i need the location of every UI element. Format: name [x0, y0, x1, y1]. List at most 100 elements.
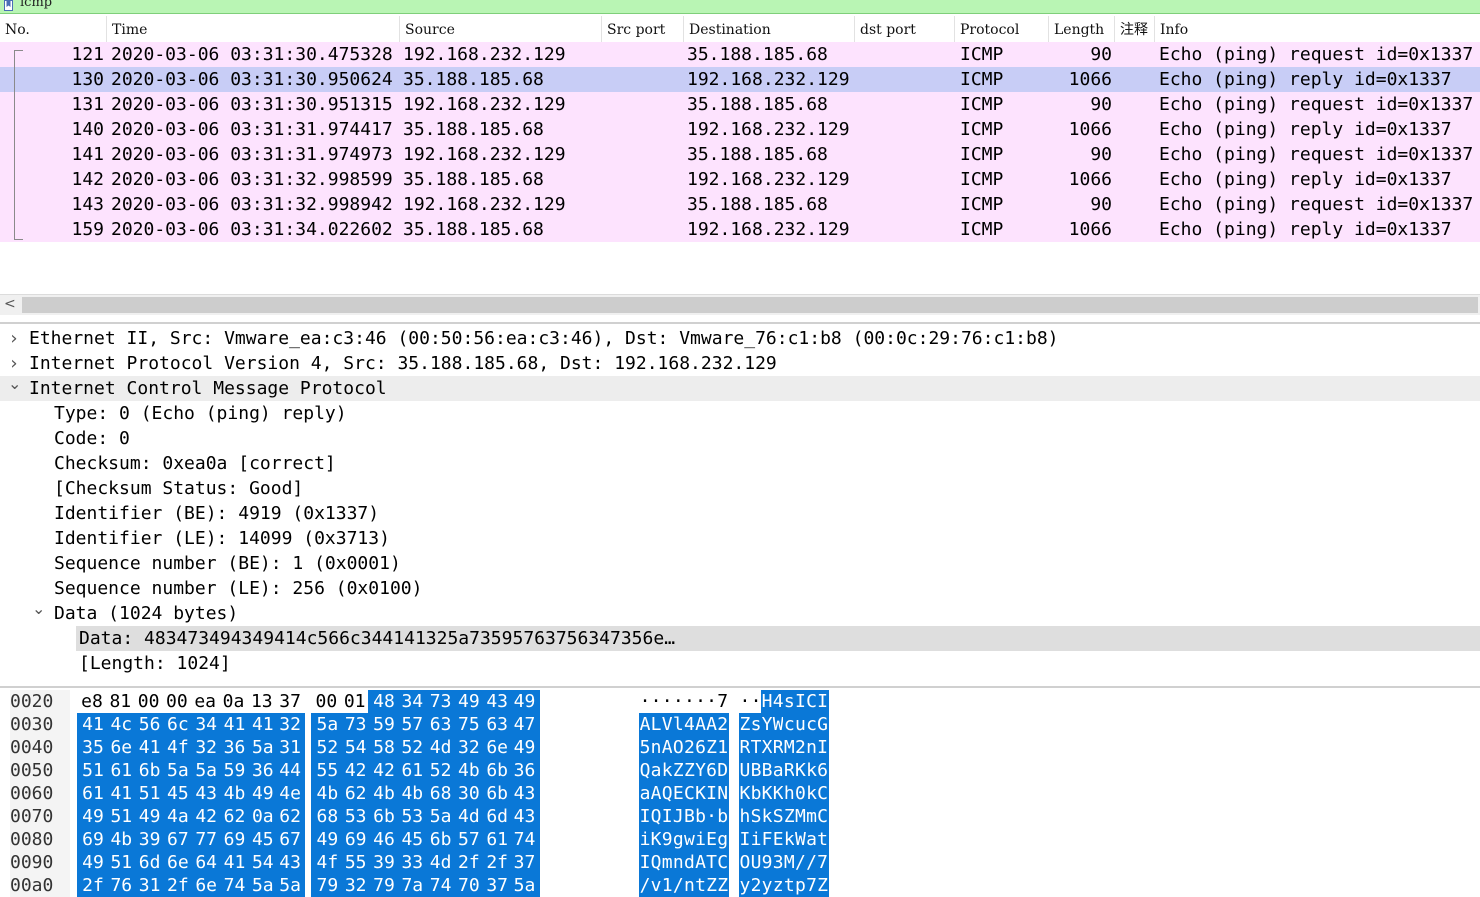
hex-byte[interactable]: 54 — [339, 736, 372, 759]
hex-byte[interactable]: 69 — [218, 828, 251, 851]
hex-byte[interactable]: 73 — [339, 713, 372, 736]
detail-row[interactable]: Sequence number (LE): 256 (0x0100) — [0, 576, 1480, 601]
ascii-char[interactable]: b — [716, 805, 729, 828]
hex-byte[interactable]: 35 — [77, 736, 109, 759]
hex-byte[interactable]: 6c — [161, 713, 194, 736]
hex-byte[interactable]: 41 — [218, 713, 251, 736]
hex-byte[interactable]: 61 — [105, 759, 138, 782]
hex-byte[interactable]: 31 — [275, 736, 306, 759]
chevron-right-icon[interactable]: › — [8, 326, 20, 351]
hex-byte[interactable]: 56 — [133, 713, 166, 736]
hex-byte[interactable]: 37 — [275, 690, 305, 713]
hex-byte[interactable]: 6b — [133, 759, 166, 782]
hex-byte[interactable]: 62 — [218, 805, 251, 828]
hex-byte[interactable]: 32 — [275, 713, 306, 736]
detail-row[interactable]: Sequence number (BE): 1 (0x0001) — [0, 551, 1480, 576]
hex-byte[interactable]: 4b — [105, 828, 138, 851]
detail-row[interactable]: Identifier (BE): 4919 (0x1337) — [0, 501, 1480, 526]
packet-list-pane[interactable]: No. Time Source Src port Destination dst… — [0, 14, 1480, 320]
column-header-source[interactable]: Source — [400, 16, 602, 42]
hex-byte[interactable]: 6b — [481, 759, 514, 782]
detail-row[interactable]: Type: 0 (Echo (ping) reply) — [0, 401, 1480, 426]
hex-byte[interactable]: 6e — [161, 851, 194, 874]
hex-byte[interactable]: 77 — [190, 828, 223, 851]
packet-row[interactable]: 143 2020-03-06 03:31:32.998942 192.168.232… — [0, 192, 1480, 217]
hex-byte[interactable]: 00 — [134, 690, 164, 713]
hex-byte[interactable]: 51 — [133, 782, 166, 805]
scrollbar-thumb[interactable] — [22, 297, 1478, 313]
hex-byte[interactable]: 36 — [246, 759, 279, 782]
column-header-length[interactable]: Length — [1049, 16, 1115, 42]
hex-byte[interactable]: 49 — [311, 828, 344, 851]
packet-row[interactable]: 142 2020-03-06 03:31:32.998599 35.188.185.… — [0, 167, 1480, 192]
hex-byte[interactable]: 67 — [275, 828, 306, 851]
column-header-info[interactable]: Info — [1155, 16, 1480, 42]
ascii-char[interactable]: C — [816, 782, 829, 805]
hex-byte[interactable]: 4b — [311, 782, 344, 805]
detail-row[interactable]: ⌄ Internet Control Message Protocol — [0, 374, 1480, 401]
hex-byte[interactable]: 61 — [77, 782, 109, 805]
hex-byte[interactable]: 4a — [161, 805, 194, 828]
hex-byte[interactable]: 6b — [368, 805, 400, 828]
hex-byte[interactable]: 41 — [218, 851, 251, 874]
hex-byte[interactable]: 49 — [509, 690, 540, 713]
hex-byte[interactable]: 49 — [77, 805, 109, 828]
ascii-char[interactable]: I — [816, 690, 829, 713]
hex-byte[interactable]: 4b — [218, 782, 251, 805]
hex-byte[interactable]: 42 — [368, 759, 400, 782]
ascii-char[interactable]: C — [716, 851, 729, 874]
packet-row[interactable]: 130 2020-03-06 03:31:30.950624 35.188.185.… — [0, 67, 1480, 92]
hex-byte[interactable]: 13 — [247, 690, 277, 713]
detail-row[interactable]: [Checksum Status: Good] — [0, 476, 1480, 501]
hex-byte[interactable]: 52 — [396, 736, 429, 759]
column-header-time[interactable]: Time — [107, 16, 400, 42]
hex-byte[interactable]: 62 — [275, 805, 306, 828]
hex-byte[interactable]: 43 — [509, 805, 540, 828]
detail-row[interactable]: Data: 483473494349414c566c344141325a7359… — [0, 626, 1480, 651]
hex-byte[interactable]: 32 — [190, 736, 223, 759]
hex-byte[interactable]: 5a — [311, 713, 344, 736]
hex-byte[interactable]: 4b — [396, 782, 429, 805]
ascii-char[interactable]: N — [716, 782, 729, 805]
hex-byte[interactable]: 49 — [452, 690, 485, 713]
hex-byte[interactable]: 6e — [105, 736, 138, 759]
hex-byte[interactable]: 73 — [424, 690, 457, 713]
hex-byte[interactable]: 34 — [190, 713, 223, 736]
bookmark-icon[interactable] — [4, 0, 13, 11]
detail-row[interactable]: ⌄ Data (1024 bytes) — [0, 599, 1480, 626]
hex-byte[interactable]: 4b — [452, 759, 485, 782]
hex-byte[interactable]: 30 — [452, 782, 485, 805]
hex-byte[interactable]: 6e — [481, 736, 514, 759]
hex-byte[interactable]: 69 — [339, 828, 372, 851]
packet-row[interactable]: 121 2020-03-06 03:31:30.475328 192.168.232… — [0, 42, 1480, 67]
packet-bytes-pane[interactable]: 0020 e8 81 00 00 ea 0a 13 37 00 01 48 34 73 49 43 49 · · · ·… — [0, 686, 1480, 897]
hex-byte[interactable]: 59 — [218, 759, 251, 782]
hex-byte[interactable]: 52 — [424, 759, 457, 782]
hex-byte[interactable]: 41 — [246, 713, 279, 736]
packet-row[interactable]: 131 2020-03-06 03:31:30.951315 192.168.232… — [0, 92, 1480, 117]
hex-byte[interactable]: 2f — [481, 851, 514, 874]
ascii-char[interactable]: C — [816, 805, 829, 828]
hex-byte[interactable]: 51 — [105, 805, 138, 828]
ascii-char[interactable]: 1 — [716, 736, 729, 759]
hex-byte[interactable]: 55 — [339, 851, 372, 874]
hex-byte[interactable]: 67 — [161, 828, 194, 851]
hex-byte[interactable]: 33 — [396, 851, 429, 874]
column-header-no[interactable]: No. — [0, 16, 107, 42]
hex-byte[interactable]: 51 — [77, 759, 109, 782]
detail-row[interactable]: › Internet Protocol Version 4, Src: 35.18… — [0, 351, 1480, 376]
hex-byte[interactable]: 36 — [218, 736, 251, 759]
hex-byte[interactable]: 6d — [133, 851, 166, 874]
hex-byte[interactable]: 75 — [452, 713, 485, 736]
hex-byte[interactable]: 45 — [396, 828, 429, 851]
hex-byte[interactable]: 01 — [340, 690, 370, 713]
hex-byte[interactable]: 57 — [396, 713, 429, 736]
packet-row[interactable]: 141 2020-03-06 03:31:31.974973 192.168.232… — [0, 142, 1480, 167]
detail-row[interactable]: Checksum: 0xea0a [correct] — [0, 451, 1480, 476]
hex-byte[interactable]: 52 — [311, 736, 344, 759]
ascii-char[interactable]: G — [816, 713, 829, 736]
display-filter-bar[interactable]: icmp — [0, 0, 1480, 14]
hex-byte[interactable]: 61 — [396, 759, 429, 782]
hex-byte[interactable]: 57 — [452, 828, 485, 851]
column-header-dst-port[interactable]: dst port — [855, 16, 955, 42]
